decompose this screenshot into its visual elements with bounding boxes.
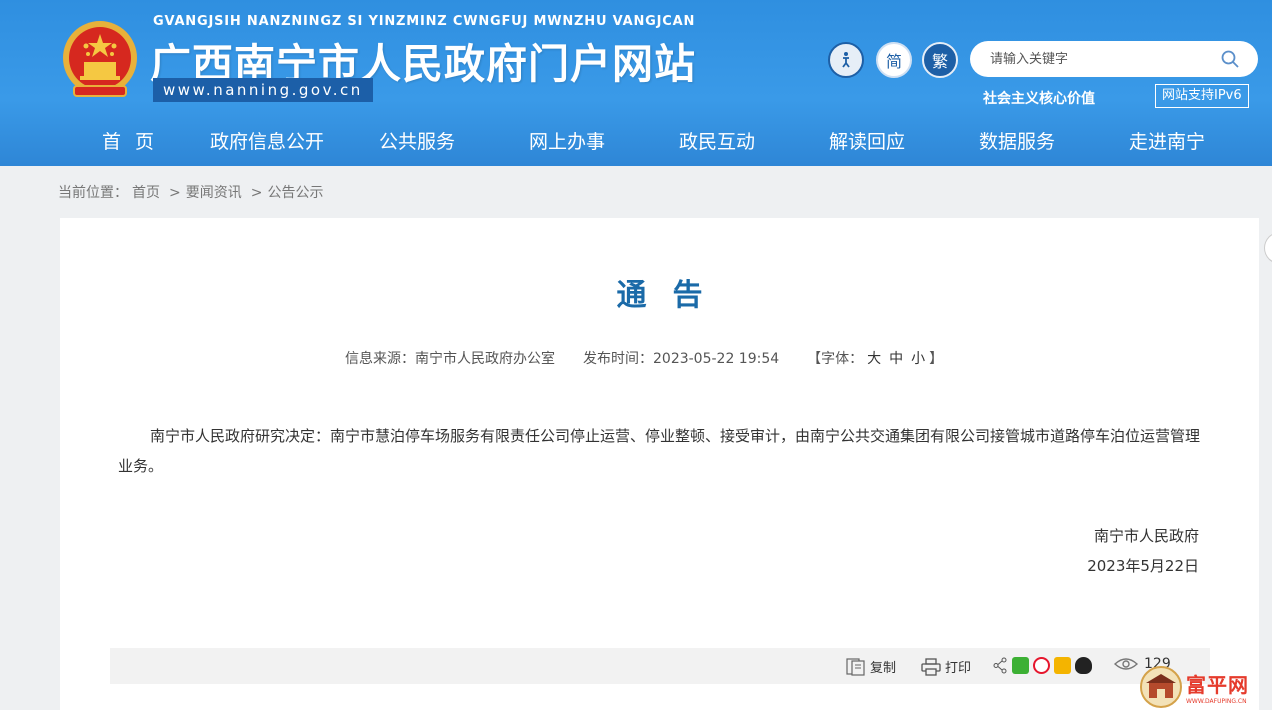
accessibility-button[interactable] <box>828 42 864 78</box>
watermark-logo: 富平网 WWW.DAFUPING.CN <box>1140 664 1270 710</box>
site-domain: www.nanning.gov.cn <box>153 78 373 102</box>
breadcrumb-news[interactable]: 要闻资讯 <box>186 185 242 201</box>
qq-icon[interactable] <box>1075 657 1092 674</box>
gate-icon <box>1140 666 1182 708</box>
article-meta: 信息来源：南宁市人民政府办公室 发布时间：2023-05-22 19:54 【字体：… <box>345 348 943 368</box>
nav-item-home[interactable]: 首页 <box>60 118 192 166</box>
nav-item-about-nanning[interactable]: 走进南宁 <box>1092 118 1242 166</box>
qzone-icon[interactable] <box>1054 657 1071 674</box>
watermark-subtext: WWW.DAFUPING.CN <box>1186 698 1247 705</box>
copy-button[interactable]: 复制 <box>846 657 896 676</box>
breadcrumb: 当前位置： 首页 > 要闻资讯 > 公告公示 <box>58 182 327 202</box>
breadcrumb-separator: > <box>169 185 181 201</box>
nav-item-interpretation[interactable]: 解读回应 <box>792 118 942 166</box>
copy-label: 复制 <box>870 661 897 676</box>
breadcrumb-announcements[interactable]: 公告公示 <box>267 185 323 201</box>
article-title: 通告 <box>616 278 729 313</box>
main-nav: 首页 政府信息公开 公共服务 网上办事 政民互动 解读回应 数据服务 走进南宁 <box>0 118 1272 166</box>
watermark-text: 富平网 <box>1186 673 1249 697</box>
ipv6-badge: 网站支持IPv6 <box>1155 84 1249 108</box>
nav-item-online-service[interactable]: 网上办事 <box>492 118 642 166</box>
article-source: 信息来源：南宁市人民政府办公室 <box>345 351 555 367</box>
breadcrumb-home[interactable]: 首页 <box>132 185 160 201</box>
font-size-medium-button[interactable]: 中 <box>889 351 903 367</box>
copy-icon <box>846 657 865 676</box>
wechat-icon[interactable] <box>1012 657 1029 674</box>
side-scroll-handle[interactable] <box>1264 232 1272 264</box>
nav-item-gov-info[interactable]: 政府信息公开 <box>192 118 342 166</box>
article-toolbar: 复制 打印 129 <box>110 648 1210 684</box>
site-pinyin-title: GVANGJSIH NANZNINGZ SI YINZMINZ CWNGFUJ … <box>153 14 696 29</box>
search-icon[interactable] <box>1220 49 1240 69</box>
search-input[interactable] <box>990 50 1210 68</box>
eye-icon <box>1114 658 1138 670</box>
breadcrumb-prefix: 当前位置： <box>58 185 128 201</box>
traditional-chinese-button[interactable]: 繁 <box>922 42 958 78</box>
article-panel: 通告 信息来源：南宁市人民政府办公室 发布时间：2023-05-22 19:54 【… <box>60 218 1259 710</box>
site-header: GVANGJSIH NANZNINGZ SI YINZMINZ CWNGFUJ … <box>0 0 1272 166</box>
national-emblem-icon[interactable] <box>60 16 140 102</box>
font-size-large-button[interactable]: 大 <box>867 351 881 367</box>
print-label: 打印 <box>945 661 972 676</box>
article-body: 南宁市人民政府研究决定：南宁市慧泊停车场服务有限责任公司停止运营、停业整顿、接受… <box>118 427 1201 475</box>
article-signature: 南宁市人民政府 <box>1093 527 1199 545</box>
search-box <box>970 41 1258 77</box>
print-icon <box>921 657 941 676</box>
breadcrumb-separator: > <box>250 185 263 201</box>
simplified-chinese-button[interactable]: 简 <box>876 42 912 78</box>
font-size-small-button[interactable]: 小 <box>911 351 925 367</box>
nav-item-interaction[interactable]: 政民互动 <box>642 118 792 166</box>
core-values-banner[interactable]: 社会主义核心价值 <box>983 88 1095 108</box>
weibo-icon[interactable] <box>1033 657 1050 674</box>
nav-item-data-service[interactable]: 数据服务 <box>942 118 1092 166</box>
print-button[interactable]: 打印 <box>921 657 971 676</box>
article-sign-date: 2023年5月22日 <box>1087 557 1199 575</box>
font-size-label-open: 【字体： <box>807 351 864 367</box>
article-signature-block: 南宁市人民政府 2023年5月22日 <box>1087 521 1199 581</box>
share-buttons <box>992 657 1092 674</box>
share-icon[interactable] <box>992 657 1008 674</box>
accessibility-icon <box>842 52 850 68</box>
nav-item-public-service[interactable]: 公共服务 <box>342 118 492 166</box>
font-size-label-close: 】 <box>929 351 944 367</box>
article-date: 发布时间：2023-05-22 19:54 <box>583 351 780 367</box>
